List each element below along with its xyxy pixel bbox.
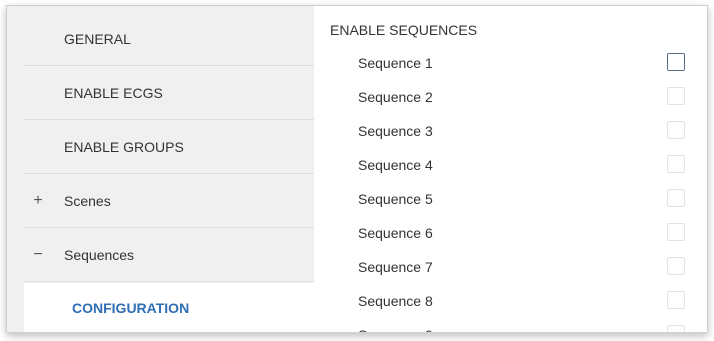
sequence-row: Sequence 2 — [358, 80, 688, 114]
sequence-label: Sequence 2 — [358, 89, 433, 105]
sequence-row: Sequence 3 — [358, 114, 688, 148]
sequence-row: Sequence 8 — [358, 284, 688, 318]
sequence-label: Sequence 3 — [358, 123, 433, 139]
sequence-row: Sequence 5 — [358, 182, 688, 216]
sidebar-item-enable-groups[interactable]: ENABLE GROUPS — [24, 120, 314, 174]
sidebar-item-configuration[interactable]: CONFIGURATION — [24, 283, 314, 332]
sequence-checkbox[interactable] — [667, 291, 685, 309]
sequence-checkbox[interactable] — [667, 155, 685, 173]
sequence-label: Sequence 9 — [358, 318, 433, 332]
sidebar-item-label: ENABLE GROUPS — [64, 138, 184, 155]
collapse-icon[interactable]: − — [30, 246, 46, 264]
sequence-row: Sequence 4 — [358, 148, 688, 182]
sequence-row: Sequence 9 — [358, 318, 688, 332]
sidebar-item-label: Sequences — [64, 246, 135, 263]
sequence-label: Sequence 5 — [358, 191, 433, 207]
sequence-checkbox[interactable] — [667, 325, 685, 332]
sequence-checkbox[interactable] — [667, 87, 685, 105]
sequence-checkbox[interactable] — [667, 189, 685, 207]
sequence-row: Sequence 7 — [358, 250, 688, 284]
sequence-row: Sequence 6 — [358, 216, 688, 250]
sidebar-item-scenes[interactable]: + Scenes — [24, 174, 314, 228]
sequence-checkbox[interactable] — [667, 223, 685, 241]
sidebar-item-label: Scenes — [64, 192, 111, 209]
sequence-label: Sequence 6 — [358, 225, 433, 241]
sidebar-item-label: CONFIGURATION — [72, 299, 190, 316]
sequence-checkbox[interactable] — [667, 257, 685, 275]
sidebar-item-label: ENABLE ECGS — [64, 84, 163, 101]
parameter-window: GENERAL ENABLE ECGS ENABLE GROUPS + Scen… — [6, 5, 708, 333]
sequence-label: Sequence 4 — [358, 157, 433, 173]
sequence-row: Sequence 1 — [358, 46, 688, 80]
sidebar: GENERAL ENABLE ECGS ENABLE GROUPS + Scen… — [7, 6, 314, 332]
section-title: ENABLE SEQUENCES — [330, 22, 478, 38]
sidebar-item-label: GENERAL — [64, 30, 131, 47]
sidebar-item-general[interactable]: GENERAL — [24, 12, 314, 66]
expand-icon[interactable]: + — [30, 192, 46, 210]
sequence-checkbox[interactable] — [667, 53, 685, 71]
sequence-label: Sequence 1 — [358, 55, 433, 71]
sequence-checkbox[interactable] — [667, 121, 685, 139]
sidebar-item-enable-ecgs[interactable]: ENABLE ECGS — [24, 66, 314, 120]
sequence-label: Sequence 8 — [358, 293, 433, 309]
main-panel: ENABLE SEQUENCES Sequence 1 Sequence 2 Seq… — [314, 6, 707, 332]
sidebar-item-sequences[interactable]: − Sequences — [24, 228, 314, 282]
sequence-label: Sequence 7 — [358, 259, 433, 275]
